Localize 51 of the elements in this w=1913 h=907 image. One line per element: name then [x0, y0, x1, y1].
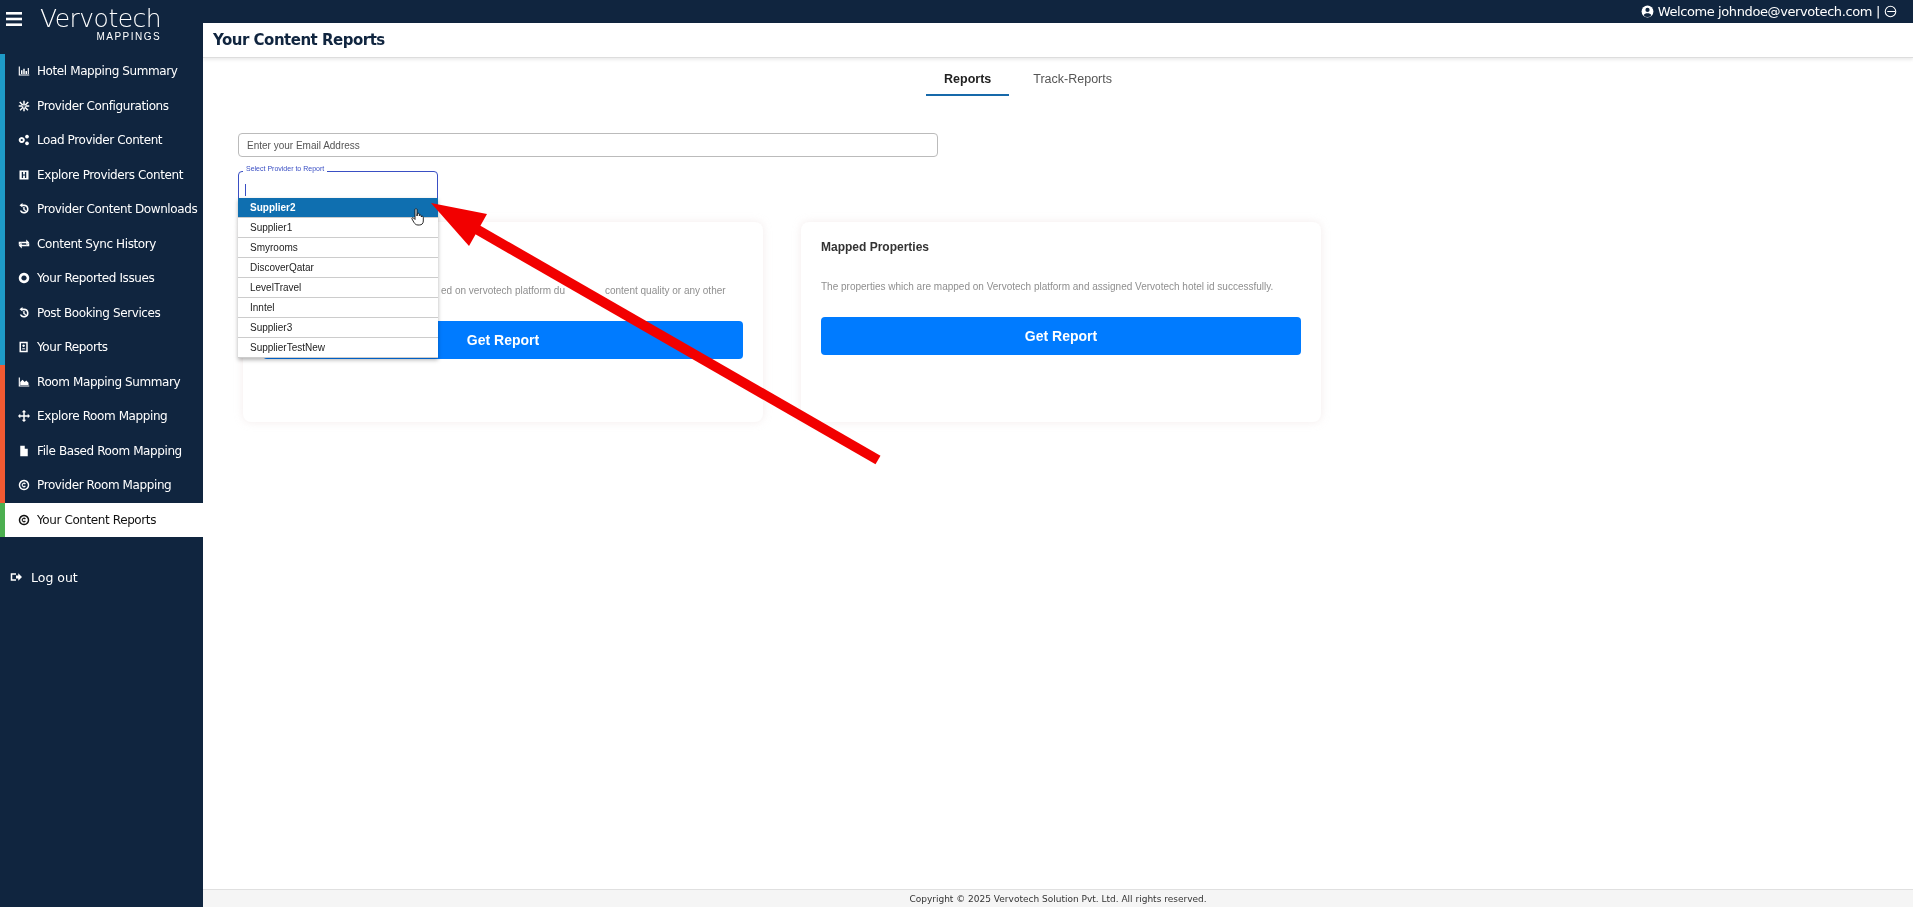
separator-text: | [1876, 4, 1880, 19]
tab[interactable]: Track-Reports [1015, 64, 1130, 96]
dropdown-option[interactable]: LevelTravel [238, 278, 438, 298]
dropdown-option[interactable]: Supplier2 [238, 198, 438, 218]
sidebar-item[interactable]: Your Reported Issues [0, 261, 203, 296]
user-icon [1640, 5, 1654, 18]
sidebar-item[interactable]: Explore Room Mapping [0, 399, 203, 434]
history-icon [18, 203, 30, 216]
sidebar-item[interactable]: Your Reports [0, 330, 203, 365]
lifebuoy-icon [18, 272, 30, 285]
snowflake-icon [18, 99, 30, 112]
dropdown-option[interactable]: Smyrooms [238, 238, 438, 258]
hand-cursor-icon [411, 208, 425, 226]
sidebar-item[interactable]: Hotel Mapping Summary [0, 54, 203, 89]
sidebar-item[interactable]: Post Booking Services [0, 295, 203, 330]
card-title: Mapped Properties [821, 240, 931, 256]
history-icon [18, 306, 30, 319]
tab[interactable]: Reports [926, 64, 1010, 96]
sidebar-item[interactable]: Provider Configurations [0, 88, 203, 123]
sidebar-item[interactable]: Content Sync History [0, 226, 203, 261]
welcome-text: Welcome johndoe@vervotech.com [1657, 4, 1872, 19]
card-description: ed on vervotech platform du [441, 285, 565, 296]
id-card-icon [18, 341, 30, 354]
brand-subtitle: MAPPINGS [96, 32, 162, 42]
logout-icon [10, 571, 22, 583]
sync-icon [18, 237, 30, 250]
move-icon [18, 410, 30, 423]
sidebar-item[interactable]: File Based Room Mapping [0, 433, 203, 468]
sidebar-item[interactable]: Room Mapping Summary [0, 364, 203, 399]
file-icon [18, 444, 30, 457]
sidebar-item[interactable]: Load Provider Content [0, 123, 203, 158]
logout-icon[interactable] [1884, 5, 1897, 18]
card-description: The properties which are mapped on Vervotech platform and assigned Vervotech hotel id successfully. [821, 281, 1274, 292]
sidebar-item[interactable]: Provider Room Mapping [0, 468, 203, 503]
footer-text: Copyright © 2025 Vervotech Solution Pvt. Ltd. All rights reserved. [203, 889, 1913, 907]
dropdown-option[interactable]: Supplier3 [238, 318, 438, 338]
gears-icon [18, 134, 30, 147]
dropdown-option[interactable]: DiscoverQatar [238, 258, 438, 278]
dropdown-option[interactable]: Inntel [238, 298, 438, 318]
sidebar-item[interactable]: Your Content Reports [0, 502, 203, 537]
page-title: Your Content Reports [213, 31, 385, 49]
sidebar-item[interactable]: Explore Providers Content [0, 157, 203, 192]
area-chart-icon [18, 375, 30, 388]
bar-chart-icon [18, 65, 30, 78]
email-field[interactable]: Enter your Email Address [238, 133, 938, 157]
logout-link[interactable]: Log out [0, 565, 84, 589]
brand-logo-text: Vervotech [40, 6, 162, 31]
sidebar-item[interactable]: Provider Content Downloads [0, 192, 203, 227]
get-report-button[interactable]: Get Report [821, 317, 1301, 355]
card-description: content quality or any other [604, 285, 726, 296]
menu-icon[interactable] [6, 12, 22, 26]
